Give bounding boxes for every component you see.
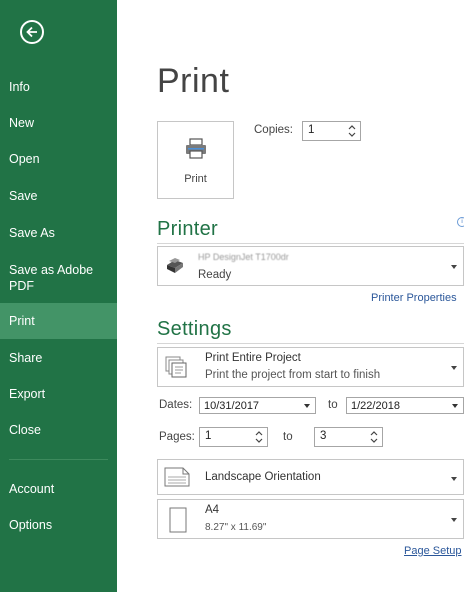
chevron-down-icon	[452, 404, 458, 408]
sidebar-item-options[interactable]: Options	[0, 517, 117, 533]
print-scope-subtitle: Print the project from start to finish	[205, 369, 381, 381]
spinner-arrows-icon[interactable]	[347, 124, 357, 138]
landscape-page-icon	[164, 467, 190, 487]
paper-size-title: A4	[205, 504, 220, 516]
pages-to-stepper[interactable]: 3	[314, 427, 383, 447]
copies-stepper[interactable]: 1	[302, 121, 361, 141]
printer-name: HP DesignJet T1700dr	[198, 252, 289, 262]
print-button-label: Print	[184, 173, 207, 185]
date-to-value: 1/22/2018	[351, 400, 400, 412]
paper-size-subtitle: 8.27" x 11.69"	[205, 522, 267, 533]
copies-label: Copies:	[254, 124, 293, 136]
chevron-down-icon	[304, 404, 310, 408]
back-arrow-icon[interactable]	[20, 20, 44, 44]
printer-section-divider	[157, 243, 464, 244]
print-pages-icon	[165, 356, 187, 378]
chevron-down-icon	[451, 366, 457, 370]
page-setup-link[interactable]: Page Setup	[404, 545, 462, 557]
printer-status: Ready	[198, 269, 232, 281]
date-from-picker[interactable]: 10/31/2017	[199, 397, 316, 414]
printer-icon	[186, 138, 206, 159]
sidebar-item-new[interactable]: New	[0, 115, 117, 131]
print-pane: Print Print Copies: 1 Printer i HP Desig…	[117, 0, 464, 592]
print-scope-title: Print Entire Project	[205, 352, 301, 364]
settings-section-divider	[157, 343, 464, 344]
printer-properties-link[interactable]: Printer Properties	[371, 292, 457, 304]
backstage-sidebar: Info New Open Save Save As Save as Adobe…	[0, 0, 117, 592]
printer-device-icon	[167, 258, 183, 273]
pages-to-label: to	[283, 431, 293, 443]
page-title: Print	[157, 62, 230, 100]
date-from-value: 10/31/2017	[204, 400, 260, 412]
spinner-arrows-icon[interactable]	[254, 430, 264, 444]
sidebar-item-export[interactable]: Export	[0, 386, 117, 402]
print-button[interactable]: Print	[157, 121, 234, 199]
sidebar-item-save-as-adobe-pdf[interactable]: Save as Adobe PDF	[0, 262, 112, 294]
pages-label: Pages:	[159, 431, 195, 443]
date-to-picker[interactable]: 1/22/2018	[346, 397, 464, 414]
orientation-dropdown[interactable]: Landscape Orientation	[157, 459, 464, 495]
paper-size-dropdown[interactable]: A4 8.27" x 11.69"	[157, 499, 464, 539]
chevron-down-icon	[451, 518, 457, 522]
dates-label: Dates:	[159, 399, 193, 411]
pages-from-stepper[interactable]: 1	[199, 427, 268, 447]
sidebar-divider	[9, 459, 108, 460]
sidebar-item-close[interactable]: Close	[0, 422, 117, 438]
chevron-down-icon	[451, 265, 457, 269]
sidebar-item-open[interactable]: Open	[0, 151, 117, 167]
pages-from-value: 1	[205, 430, 212, 442]
sidebar-item-share[interactable]: Share	[0, 350, 117, 366]
info-icon[interactable]: i	[457, 217, 464, 227]
dates-to-label: to	[328, 399, 338, 411]
sidebar-item-save[interactable]: Save	[0, 188, 117, 204]
pages-to-value: 3	[320, 430, 327, 442]
sidebar-item-account[interactable]: Account	[0, 481, 117, 497]
copies-value: 1	[308, 124, 315, 136]
sidebar-item-save-as[interactable]: Save As	[0, 225, 117, 241]
chevron-down-icon	[451, 477, 457, 481]
sidebar-item-info[interactable]: Info	[0, 79, 117, 95]
printer-dropdown[interactable]: HP DesignJet T1700dr Ready	[157, 246, 464, 286]
print-scope-dropdown[interactable]: Print Entire Project Print the project f…	[157, 347, 464, 387]
printer-section-title: Printer	[157, 218, 219, 240]
sidebar-item-print[interactable]: Print	[0, 303, 117, 339]
spinner-arrows-icon[interactable]	[369, 430, 379, 444]
orientation-title: Landscape Orientation	[205, 471, 321, 483]
portrait-page-icon	[169, 507, 187, 533]
settings-section-title: Settings	[157, 318, 232, 340]
